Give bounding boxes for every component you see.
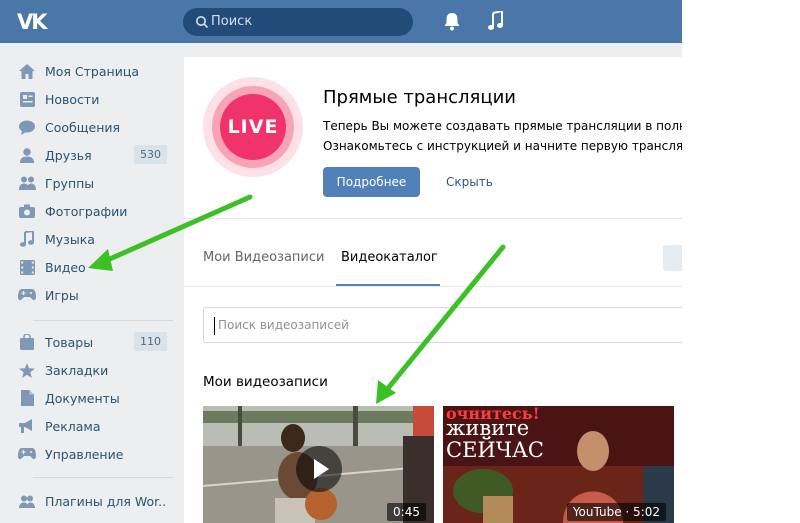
annotation-arrows bbox=[88, 194, 506, 404]
arrow-to-my-videos bbox=[376, 244, 506, 404]
arrow-to-video-menu bbox=[88, 194, 253, 271]
